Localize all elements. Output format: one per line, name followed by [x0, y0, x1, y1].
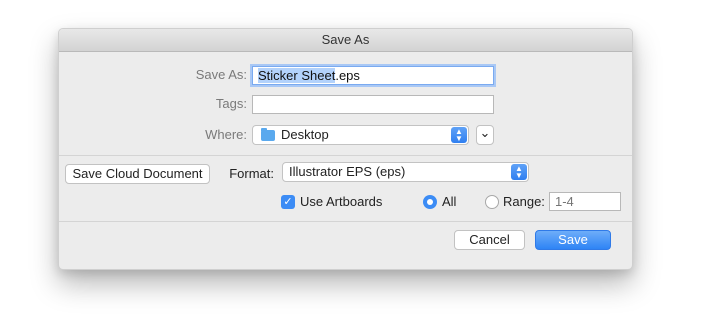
save-as-label: Save As:: [195, 67, 247, 82]
dialog-title: Save As: [59, 29, 632, 52]
checkmark-icon: ✓: [283, 196, 293, 208]
filename-field[interactable]: Sticker Sheet.eps: [252, 66, 494, 85]
save-button[interactable]: Save: [535, 230, 611, 250]
folder-icon: [261, 128, 275, 141]
tags-field[interactable]: [252, 95, 494, 114]
tags-label: Tags:: [215, 96, 247, 111]
cancel-button[interactable]: Cancel: [454, 230, 525, 250]
range-field[interactable]: [549, 192, 621, 211]
format-popup[interactable]: Illustrator EPS (eps) ▲ ▼: [282, 162, 529, 182]
where-label: Where:: [205, 127, 247, 142]
range-radio[interactable]: [485, 195, 499, 209]
format-label: Format:: [229, 166, 274, 181]
all-radio[interactable]: [423, 195, 437, 209]
where-value: Desktop: [281, 127, 329, 142]
filename-extension: .eps: [335, 68, 360, 83]
section-divider: [59, 155, 632, 156]
all-label: All: [442, 194, 457, 209]
chevron-down-icon: ⌄: [479, 125, 491, 140]
expand-dialog-button[interactable]: ⌄: [476, 125, 494, 145]
section-divider: [59, 221, 632, 222]
where-popup[interactable]: Desktop ▲ ▼: [252, 125, 469, 145]
save-cloud-document-button[interactable]: Save Cloud Document: [65, 164, 210, 184]
filename-selected-text: Sticker Sheet: [258, 68, 336, 83]
use-artboards-label: Use Artboards: [300, 194, 383, 209]
use-artboards-checkbox[interactable]: ✓: [281, 195, 295, 209]
format-value: Illustrator EPS (eps): [289, 164, 406, 179]
save-as-dialog: Save As Save As: Sticker Sheet.eps Tags:…: [58, 28, 633, 270]
popup-stepper-icon: ▲ ▼: [451, 127, 467, 143]
range-label: Range:: [503, 194, 545, 209]
popup-stepper-icon: ▲ ▼: [511, 164, 527, 180]
